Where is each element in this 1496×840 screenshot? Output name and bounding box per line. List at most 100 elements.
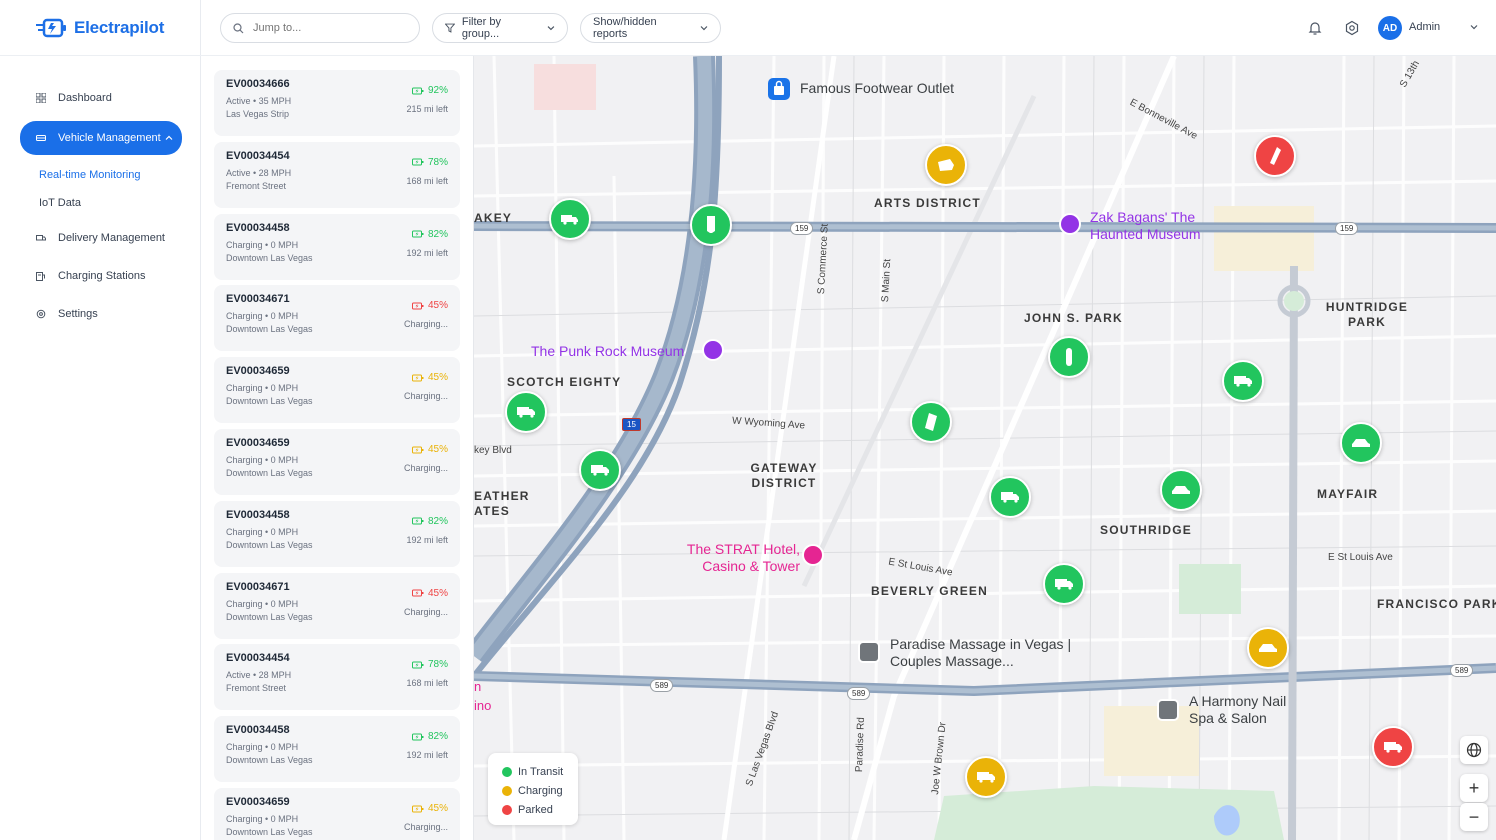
poi-label[interactable]: The STRAT Hotel, Casino & Tower [660, 541, 800, 575]
hotel-icon[interactable] [802, 544, 824, 566]
brand-logo[interactable]: Electrapilot [36, 16, 164, 40]
vehicle-marker-charging[interactable] [925, 144, 967, 186]
vehicle-card[interactable]: EV00034454 Active • 28 MPH Fremont Street 7… [214, 141, 460, 208]
gear-icon [36, 309, 46, 319]
vehicle-card[interactable]: EV00034454 Active • 28 MPH Fremont Street 7… [214, 644, 460, 711]
battery-icon [411, 805, 424, 812]
search-box[interactable] [220, 13, 420, 43]
spa-icon[interactable] [858, 641, 880, 663]
sidebar-item-vehicle-management[interactable]: Vehicle Management [20, 121, 182, 155]
zoom-out-button[interactable]: − [1460, 803, 1488, 831]
vehicle-card[interactable]: EV00034458 Charging • 0 MPH Downtown Las V… [214, 716, 460, 783]
highway-shield: 159 [1335, 222, 1359, 235]
district-label: BEVERLY GREEN [871, 584, 988, 598]
vehicle-status: Charging • 0 MPH [226, 239, 299, 250]
vehicle-status: Charging • 0 MPH [226, 598, 299, 609]
battery-percent: 45% [427, 803, 448, 814]
range-remaining: 168 mi left [406, 678, 448, 689]
highway-shield: 589 [847, 687, 871, 700]
sidebar-item-dashboard[interactable]: Dashboard [20, 83, 182, 113]
vehicle-marker-parked[interactable] [1254, 135, 1296, 177]
bell-icon[interactable] [1307, 20, 1323, 36]
vehicle-marker-in-transit[interactable] [549, 198, 591, 240]
vehicle-marker-in-transit[interactable] [1048, 336, 1090, 378]
sidebar-item-settings[interactable]: Settings [20, 299, 182, 329]
battery-indicator: 82% [411, 516, 448, 527]
vehicle-id: EV00034659 [226, 796, 290, 808]
vehicle-id: EV00034454 [226, 149, 290, 162]
sidebar-nav: Dashboard Vehicle Management Real-time M… [20, 83, 182, 337]
fleet-map[interactable]: ARTS DISTRICT JOHN S. PARK HUNTRIDGE PAR… [474, 56, 1496, 840]
poi-label[interactable]: Zak Bagans' The Haunted Museum [1090, 209, 1230, 243]
street-label: S Main St [880, 258, 894, 303]
battery-indicator: 78% [411, 659, 448, 670]
vehicle-card[interactable]: EV00034659 Charging • 0 MPH Downtown Las V… [214, 429, 460, 495]
museum-icon[interactable] [1059, 213, 1081, 235]
avatar[interactable]: AD [1378, 16, 1402, 40]
vehicle-marker-parked[interactable] [1372, 726, 1414, 768]
vehicle-marker-in-transit[interactable] [1043, 563, 1085, 605]
search-input[interactable] [253, 22, 403, 34]
user-name[interactable]: Admin [1409, 21, 1440, 33]
globe-button[interactable] [1460, 736, 1488, 764]
range-remaining: 215 mi left [406, 104, 448, 114]
sidebar-item-charging-stations[interactable]: Charging Stations [20, 261, 182, 291]
district-label: SCOTCH EIGHTY [507, 375, 622, 389]
vehicle-marker-in-transit[interactable] [989, 476, 1031, 518]
battery-indicator: 82% [411, 731, 448, 743]
vehicle-marker-in-transit[interactable] [690, 204, 732, 246]
salon-icon[interactable] [1157, 699, 1179, 721]
sidebar-item-delivery-management[interactable]: Delivery Management [20, 223, 182, 253]
vehicle-marker-in-transit[interactable] [1160, 469, 1202, 511]
chevron-down-icon[interactable] [1469, 22, 1479, 32]
map-legend: In Transit Charging Parked [488, 753, 578, 825]
car-icon [1352, 439, 1370, 447]
vehicle-marker-in-transit[interactable] [1340, 422, 1382, 464]
vehicle-marker-in-transit[interactable] [505, 391, 547, 433]
highway-shield: 589 [650, 679, 674, 692]
vehicle-location: Downtown Las Vegas [226, 755, 313, 766]
sidebar-subitem-iot-data[interactable]: IoT Data [20, 191, 182, 215]
vehicle-marker-in-transit[interactable] [1222, 360, 1264, 402]
battery-percent: 82% [427, 731, 448, 743]
legend-label: Charging [518, 784, 563, 797]
gear-icon[interactable] [1344, 20, 1360, 36]
vehicle-status: Active • 28 MPH [226, 670, 292, 681]
street-label: E St Louis Ave [1328, 552, 1393, 563]
vehicle-card[interactable]: EV00034666 Active • 35 MPH Las Vegas Strip… [214, 70, 460, 136]
vehicle-list: EV00034666 Active • 35 MPH Las Vegas Strip… [201, 56, 474, 840]
sidebar-subitem-realtime-monitoring[interactable]: Real-time Monitoring [20, 163, 182, 187]
sidebar-subitem-label: IoT Data [39, 197, 81, 209]
vehicle-marker-charging[interactable] [1247, 627, 1289, 669]
vehicle-location: Downtown Las Vegas [226, 468, 313, 478]
vehicle-location: Downtown Las Vegas [226, 324, 313, 335]
vehicle-marker-in-transit[interactable] [910, 401, 952, 443]
vehicle-marker-in-transit[interactable] [579, 449, 621, 491]
vehicle-card[interactable]: EV00034659 Charging • 0 MPH Downtown Las V… [214, 357, 460, 424]
museum-icon[interactable] [702, 339, 724, 361]
shopping-bag-icon[interactable] [768, 78, 790, 100]
vehicle-card[interactable]: EV00034458 Charging • 0 MPH Downtown Las V… [214, 213, 460, 280]
vehicle-id: EV00034458 [226, 508, 290, 521]
vehicle-card[interactable]: EV00034458 Charging • 0 MPH Downtown Las V… [214, 500, 460, 567]
show-hidden-reports-dropdown[interactable]: Show/hidden reports [580, 13, 721, 43]
filter-by-group-dropdown[interactable]: Filter by group... [432, 13, 568, 43]
poi-label[interactable]: Famous Footwear Outlet [800, 80, 954, 97]
vehicle-card[interactable]: EV00034671 Charging • 0 MPH Downtown Las V… [214, 572, 460, 639]
vehicle-card[interactable]: EV00034659 Charging • 0 MPH Downtown Las V… [214, 788, 460, 840]
battery-percent: 45% [427, 444, 448, 455]
zoom-in-button[interactable]: + [1460, 774, 1488, 802]
poi-label[interactable]: A Harmony Nail Spa & Salon [1189, 693, 1309, 727]
vehicle-status: Charging • 0 MPH [226, 383, 299, 394]
grid-icon [36, 93, 46, 103]
car-icon [1172, 486, 1190, 494]
search-icon [233, 22, 244, 33]
vehicle-card[interactable]: EV00034671 Charging • 0 MPH Downtown Las V… [214, 285, 460, 352]
vehicle-marker-charging[interactable] [965, 756, 1007, 798]
poi-label[interactable]: Paradise Massage in Vegas | Couples Mass… [890, 636, 1080, 670]
sidebar: Electrapilot Dashboard Vehicle Managemen… [0, 0, 201, 840]
vehicle-location: Las Vegas Strip [226, 109, 290, 119]
district-label: MAYFAIR [1317, 487, 1379, 501]
poi-label[interactable]: The Punk Rock Museum [531, 343, 684, 360]
battery-icon [411, 446, 424, 453]
